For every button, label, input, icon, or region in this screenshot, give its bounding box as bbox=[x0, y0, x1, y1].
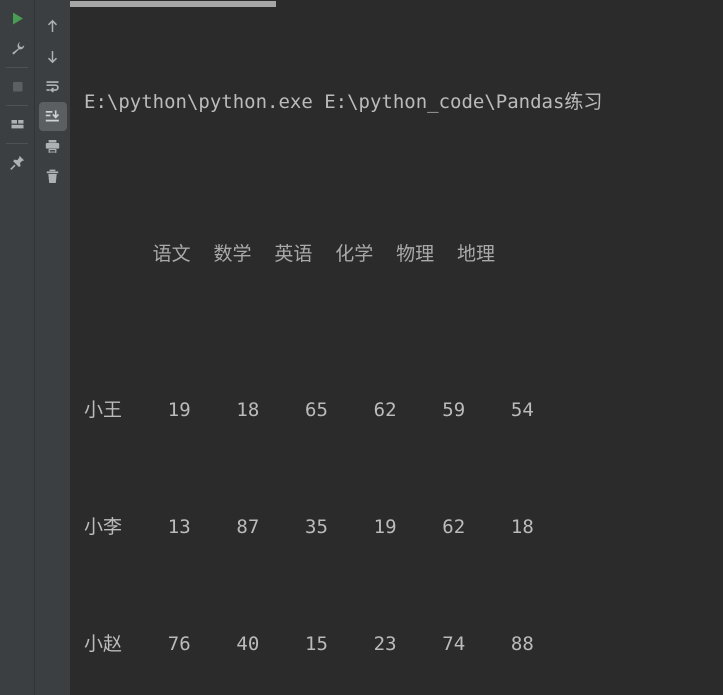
horizontal-scrollbar-thumb[interactable] bbox=[70, 1, 276, 7]
trash-icon bbox=[46, 169, 59, 183]
table-row: 小赵 76 40 15 23 74 88 bbox=[84, 633, 534, 655]
clear-button[interactable] bbox=[39, 162, 67, 191]
rerun-button[interactable] bbox=[3, 4, 31, 33]
soft-wrap-button[interactable] bbox=[39, 72, 67, 101]
printer-icon bbox=[45, 140, 60, 153]
settings-button[interactable] bbox=[3, 34, 31, 63]
run-console-window: E:\python\python.exe E:\python_code\Pand… bbox=[0, 0, 723, 695]
table-row: 小李 13 87 35 19 62 18 bbox=[84, 516, 534, 538]
layout-button[interactable] bbox=[3, 110, 31, 139]
console-command-line: E:\python\python.exe E:\python_code\Pand… bbox=[84, 91, 603, 113]
toolbar-divider bbox=[6, 143, 28, 144]
dataframe-header-row: 语文 数学 英语 化学 物理 地理 bbox=[84, 243, 496, 265]
console-output-panel[interactable]: E:\python\python.exe E:\python_code\Pand… bbox=[70, 0, 723, 695]
scroll-to-end-icon bbox=[45, 110, 60, 122]
soft-wrap-icon bbox=[46, 81, 59, 93]
console-text: E:\python\python.exe E:\python_code\Pand… bbox=[84, 8, 723, 695]
toolbar-divider bbox=[6, 105, 28, 106]
toolbar-divider bbox=[6, 67, 28, 68]
table-row: 小王 19 18 65 62 59 54 bbox=[84, 399, 534, 421]
down-button[interactable] bbox=[39, 42, 67, 71]
console-toolbar bbox=[34, 0, 70, 695]
arrow-down-icon bbox=[47, 51, 58, 64]
arrow-up-icon bbox=[47, 19, 58, 32]
play-icon bbox=[12, 12, 23, 25]
run-toolbar bbox=[0, 0, 34, 695]
horizontal-scrollbar[interactable] bbox=[70, 0, 723, 8]
pin-icon bbox=[9, 155, 24, 170]
print-button[interactable] bbox=[39, 132, 67, 161]
stop-button[interactable] bbox=[3, 72, 31, 101]
layout-icon bbox=[11, 120, 23, 129]
stop-square-icon bbox=[12, 82, 22, 92]
up-button[interactable] bbox=[39, 12, 67, 41]
pin-button[interactable] bbox=[3, 148, 31, 177]
wrench-icon bbox=[11, 42, 24, 55]
scroll-to-end-button[interactable] bbox=[38, 102, 67, 131]
